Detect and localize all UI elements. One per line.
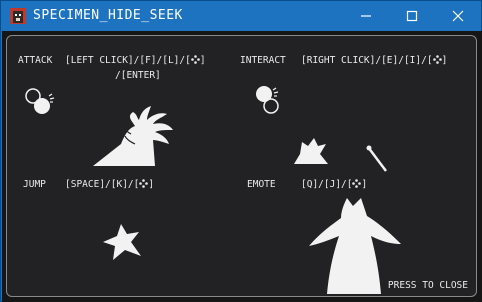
press-to-close-hint[interactable]: PRESS TO CLOSE — [388, 280, 468, 291]
tool-item-icon — [366, 145, 387, 172]
minimize-button[interactable] — [343, 1, 389, 31]
crouching-figure-silhouette — [294, 138, 328, 164]
attack-keys: [LEFT CLICK]/[F]/[L]/[] — [65, 55, 206, 66]
interact-keys: [RIGHT CLICK]/[E]/[I]/[] — [301, 55, 447, 66]
mouse-right-click-icon — [256, 86, 279, 114]
gamepad-buttons-icon — [139, 179, 149, 188]
close-button[interactable] — [435, 1, 481, 31]
emote-label: EMOTE — [247, 179, 276, 190]
jump-label: JUMP — [23, 179, 46, 190]
maximize-icon — [406, 10, 418, 22]
emote-keys-end: ] — [361, 179, 368, 190]
attack-keys-line2: /[ENTER] — [115, 70, 161, 81]
interact-keys-end: ] — [441, 55, 448, 66]
gamepad-buttons-icon — [191, 55, 200, 64]
jumping-figure-silhouette — [103, 224, 141, 260]
title-bar[interactable]: SPECIMEN_HIDE_SEEK — [1, 1, 481, 31]
attack-keys-text: [LEFT CLICK]/[F]/[L]/[ — [65, 55, 191, 66]
emote-keys-text: [Q]/[J]/[ — [301, 179, 353, 190]
minimize-icon — [361, 15, 371, 17]
tentacle-creature-silhouette — [93, 106, 173, 166]
app-icon — [10, 8, 26, 24]
jump-keys-text: [SPACE]/[K]/[ — [65, 179, 140, 190]
attack-label: ATTACK — [18, 55, 53, 66]
window-title: SPECIMEN_HIDE_SEEK — [33, 8, 183, 23]
maximize-button[interactable] — [389, 1, 435, 31]
attack-keys-end: ] — [199, 55, 206, 66]
interact-label: INTERACT — [240, 55, 286, 66]
close-icon — [452, 10, 464, 22]
app-window: SPECIMEN_HIDE_SEEK ATTACK [LEFT CLICK]/[… — [0, 0, 482, 302]
gamepad-buttons-icon — [432, 55, 442, 64]
emote-keys: [Q]/[J]/[] — [301, 179, 367, 190]
jump-keys-end: ] — [148, 179, 155, 190]
content-area: ATTACK [LEFT CLICK]/[F]/[L]/[] /[ENTER] … — [2, 31, 482, 302]
jump-keys: [SPACE]/[K]/[] — [65, 179, 154, 190]
interact-keys-text: [RIGHT CLICK]/[E]/[I]/[ — [301, 55, 433, 66]
controls-panel: ATTACK [LEFT CLICK]/[F]/[L]/[] /[ENTER] … — [6, 35, 477, 297]
mouse-left-click-icon — [25, 88, 55, 114]
